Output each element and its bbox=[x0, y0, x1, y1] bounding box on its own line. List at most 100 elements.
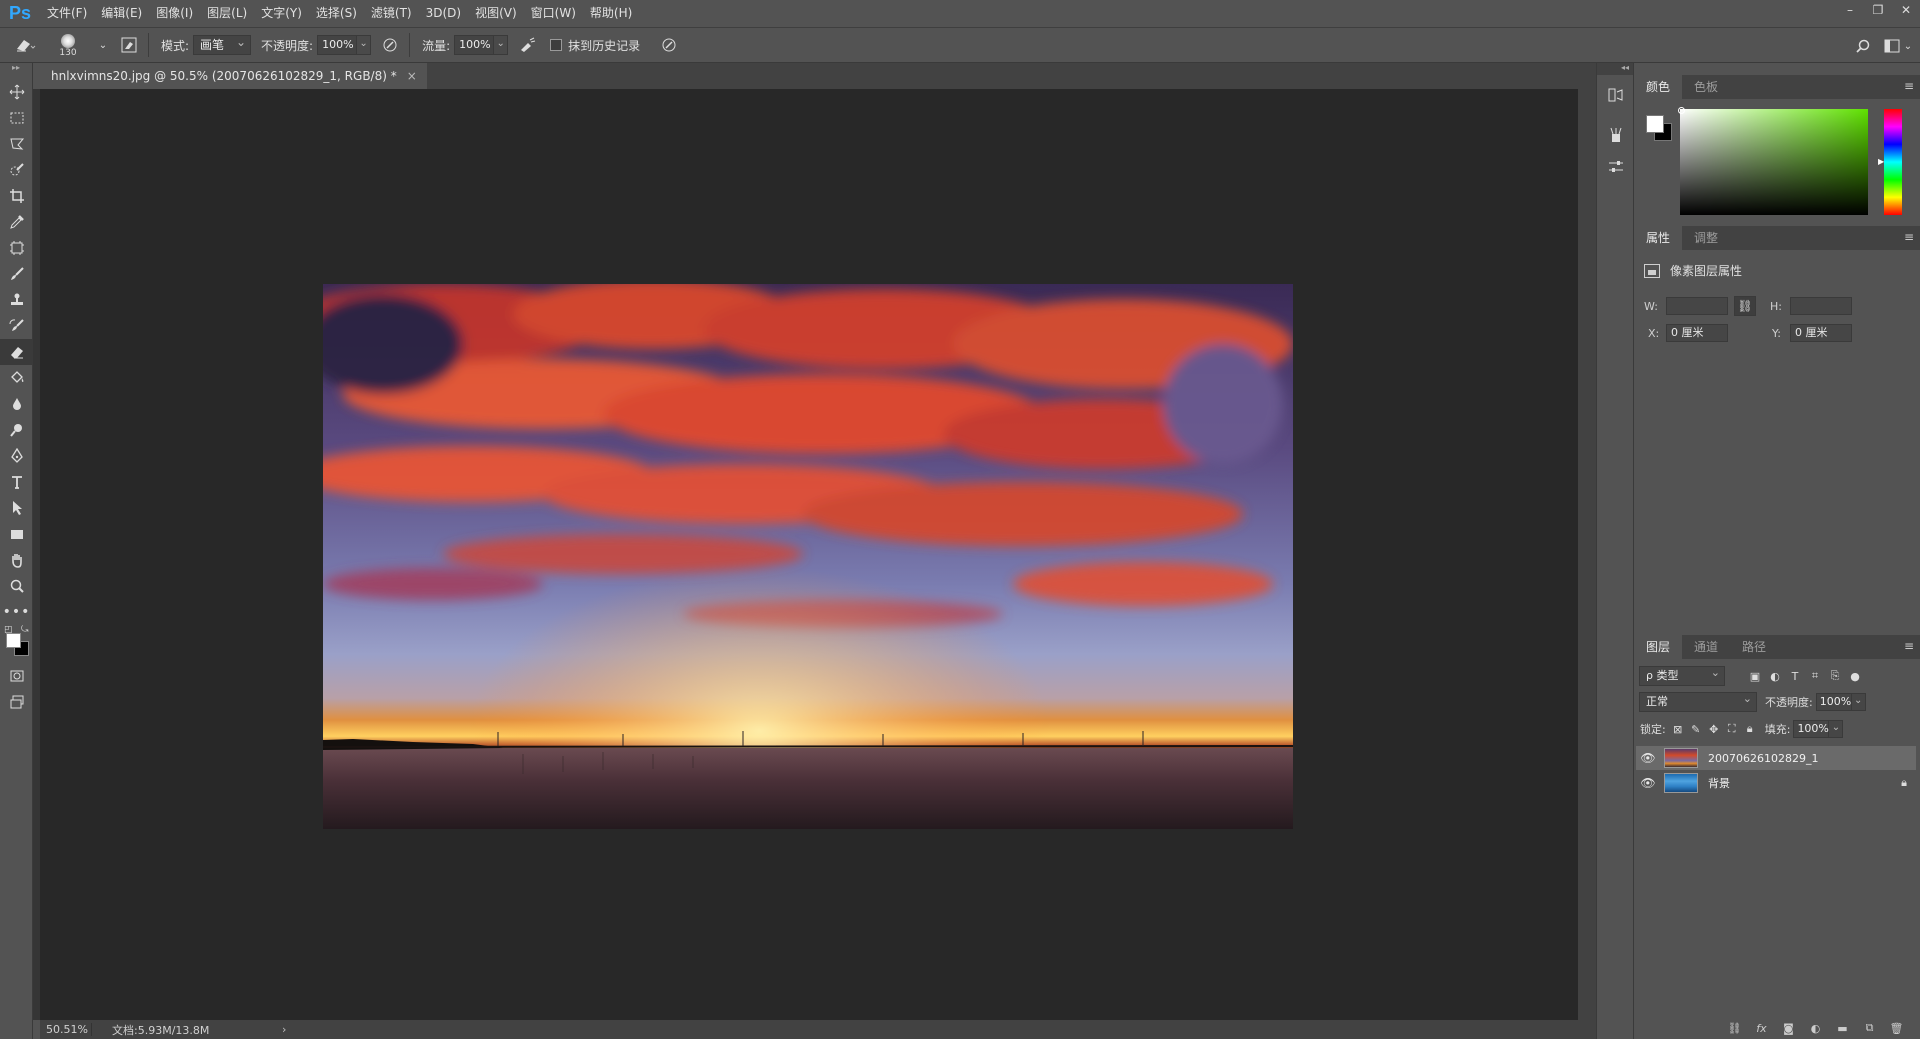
lock-transparent-icon[interactable]: ⊠ bbox=[1669, 723, 1687, 736]
lock-artboard-icon[interactable]: ⛶ bbox=[1723, 722, 1741, 736]
frame-tool[interactable] bbox=[0, 235, 33, 261]
layer-filter-select[interactable]: ρ 类型 bbox=[1639, 664, 1725, 686]
flow-dropdown[interactable]: ⌄ bbox=[494, 35, 509, 55]
group-folder-icon[interactable]: ▬ bbox=[1829, 1022, 1856, 1035]
smart-object-filter-icon[interactable]: ⎘ bbox=[1825, 669, 1845, 683]
type-tool[interactable] bbox=[0, 469, 33, 495]
status-menu-arrow[interactable]: › bbox=[282, 1023, 286, 1036]
sunset-photo-canvas[interactable] bbox=[323, 284, 1293, 829]
hue-slider[interactable] bbox=[1884, 109, 1902, 215]
close-document-button[interactable]: × bbox=[407, 63, 417, 89]
tab-layers[interactable]: 图层 bbox=[1634, 635, 1683, 659]
paint-bucket-tool[interactable] bbox=[0, 365, 33, 391]
history-panel-button[interactable] bbox=[1597, 79, 1635, 111]
type-filter-icon[interactable]: T bbox=[1785, 670, 1805, 683]
menu-type[interactable]: 文字(Y) bbox=[254, 0, 309, 27]
layer-opacity-input[interactable]: 100% bbox=[1815, 693, 1852, 711]
eraser-tool[interactable] bbox=[0, 339, 33, 365]
workspace-switcher[interactable]: ⌄ bbox=[1876, 34, 1920, 58]
tab-properties[interactable]: 属性 bbox=[1634, 226, 1683, 250]
zoom-level[interactable]: 50.51% bbox=[40, 1023, 92, 1036]
canvas-area[interactable] bbox=[33, 89, 1578, 1020]
lock-all-icon[interactable]: 🔒︎ bbox=[1741, 722, 1759, 736]
restore-button[interactable]: ❐ bbox=[1864, 0, 1892, 20]
flow-input[interactable]: 100% bbox=[454, 35, 495, 55]
minimize-button[interactable]: – bbox=[1836, 0, 1864, 20]
menu-layer[interactable]: 图层(L) bbox=[200, 0, 254, 27]
pressure-opacity-button[interactable] bbox=[377, 33, 403, 57]
link-dimensions-button[interactable]: ⛓ bbox=[1734, 296, 1756, 316]
edit-toolbar-button[interactable]: ••• bbox=[0, 599, 33, 625]
menu-select[interactable]: 选择(S) bbox=[309, 0, 364, 27]
menu-window[interactable]: 窗口(W) bbox=[524, 0, 583, 27]
menu-3d[interactable]: 3D(D) bbox=[419, 0, 468, 27]
brush-panel-toggle[interactable] bbox=[116, 33, 142, 57]
marquee-tool[interactable] bbox=[0, 105, 33, 131]
tab-color[interactable]: 颜色 bbox=[1634, 75, 1683, 99]
quick-mask-button[interactable] bbox=[0, 663, 33, 689]
clone-stamp-tool[interactable] bbox=[0, 287, 33, 313]
document-tab[interactable]: hnlxvimns20.jpg @ 50.5% (20070626102829_… bbox=[33, 63, 427, 89]
brush-preset-picker[interactable]: 130 bbox=[50, 30, 90, 60]
adjustment-layer-icon[interactable]: ◐ bbox=[1802, 1022, 1829, 1035]
dodge-tool[interactable] bbox=[0, 417, 33, 443]
panel-menu-icon[interactable]: ≡ bbox=[1904, 230, 1914, 244]
adjustment-filter-icon[interactable]: ◐ bbox=[1765, 670, 1785, 683]
hand-tool[interactable] bbox=[0, 547, 33, 573]
fill-input[interactable]: 100% bbox=[1793, 720, 1830, 738]
lasso-tool[interactable] bbox=[0, 131, 33, 157]
menu-file[interactable]: 文件(F) bbox=[40, 0, 94, 27]
zoom-tool[interactable] bbox=[0, 573, 33, 599]
mode-select[interactable]: 画笔 bbox=[193, 33, 252, 55]
panel-menu-icon[interactable]: ≡ bbox=[1904, 639, 1914, 653]
toolbar-collapse-handle[interactable]: ▸▸ bbox=[0, 63, 32, 73]
blur-tool[interactable] bbox=[0, 391, 33, 417]
layer-name[interactable]: 背景 bbox=[1708, 775, 1892, 791]
menu-help[interactable]: 帮助(H) bbox=[583, 0, 639, 27]
pen-tool[interactable] bbox=[0, 443, 33, 469]
lock-position-icon[interactable]: ✥ bbox=[1705, 723, 1723, 736]
adjustments-button[interactable] bbox=[1597, 151, 1635, 183]
tab-swatches[interactable]: 色板 bbox=[1682, 75, 1730, 99]
link-layers-icon[interactable]: ⛓ bbox=[1721, 1022, 1748, 1035]
quick-selection-tool[interactable] bbox=[0, 157, 33, 183]
menu-image[interactable]: 图像(I) bbox=[149, 0, 200, 27]
dock-collapse-handle[interactable]: ◂◂ bbox=[1597, 63, 1633, 75]
airbrush-button[interactable] bbox=[514, 33, 540, 57]
add-mask-icon[interactable]: ◙ bbox=[1775, 1022, 1802, 1035]
layer-name[interactable]: 20070626102829_1 bbox=[1708, 752, 1916, 765]
hue-marker-icon[interactable]: ▶ bbox=[1878, 157, 1884, 166]
trash-icon[interactable]: 🗑︎ bbox=[1883, 1022, 1910, 1035]
layer-opacity-dropdown[interactable]: ⌄ bbox=[1851, 693, 1866, 711]
opacity-dropdown[interactable]: ⌄ bbox=[357, 35, 372, 55]
close-window-button[interactable]: ✕ bbox=[1892, 0, 1920, 20]
layer-row[interactable]: 👁︎ 背景 🔒︎ bbox=[1636, 771, 1916, 795]
move-tool[interactable] bbox=[0, 79, 33, 105]
tab-adjustments[interactable]: 调整 bbox=[1682, 226, 1730, 250]
path-selection-tool[interactable] bbox=[0, 495, 33, 521]
filter-toggle-icon[interactable]: ● bbox=[1845, 670, 1865, 683]
eyedropper-tool[interactable] bbox=[0, 209, 33, 235]
brush-tool[interactable] bbox=[0, 261, 33, 287]
color-panel-foreground[interactable] bbox=[1646, 115, 1664, 133]
crop-tool[interactable] bbox=[0, 183, 33, 209]
eye-icon[interactable]: 👁︎ bbox=[1636, 751, 1660, 765]
chevron-down-icon[interactable]: ⌄ bbox=[90, 33, 116, 57]
lock-pixels-icon[interactable]: ✎ bbox=[1687, 723, 1705, 736]
image-filter-icon[interactable]: ▣ bbox=[1745, 670, 1765, 683]
tab-paths[interactable]: 路径 bbox=[1730, 635, 1778, 659]
y-position-field[interactable]: 0 厘米 bbox=[1790, 324, 1852, 342]
fill-dropdown[interactable]: ⌄ bbox=[1829, 720, 1844, 738]
history-brush-tool[interactable] bbox=[0, 313, 33, 339]
panel-menu-icon[interactable]: ≡ bbox=[1904, 79, 1914, 93]
swap-colors-icon[interactable]: ⤿ bbox=[21, 625, 29, 635]
opacity-input[interactable]: 100% bbox=[317, 35, 358, 55]
tab-channels[interactable]: 通道 bbox=[1682, 635, 1730, 659]
tool-preset-picker[interactable] bbox=[0, 30, 50, 60]
menu-filter[interactable]: 滤镜(T) bbox=[364, 0, 419, 27]
search-button[interactable] bbox=[1850, 34, 1876, 58]
eye-icon[interactable]: 👁︎ bbox=[1636, 776, 1660, 790]
shape-filter-icon[interactable]: ⌗ bbox=[1805, 669, 1825, 683]
rectangle-tool[interactable] bbox=[0, 521, 33, 547]
menu-view[interactable]: 视图(V) bbox=[468, 0, 524, 27]
